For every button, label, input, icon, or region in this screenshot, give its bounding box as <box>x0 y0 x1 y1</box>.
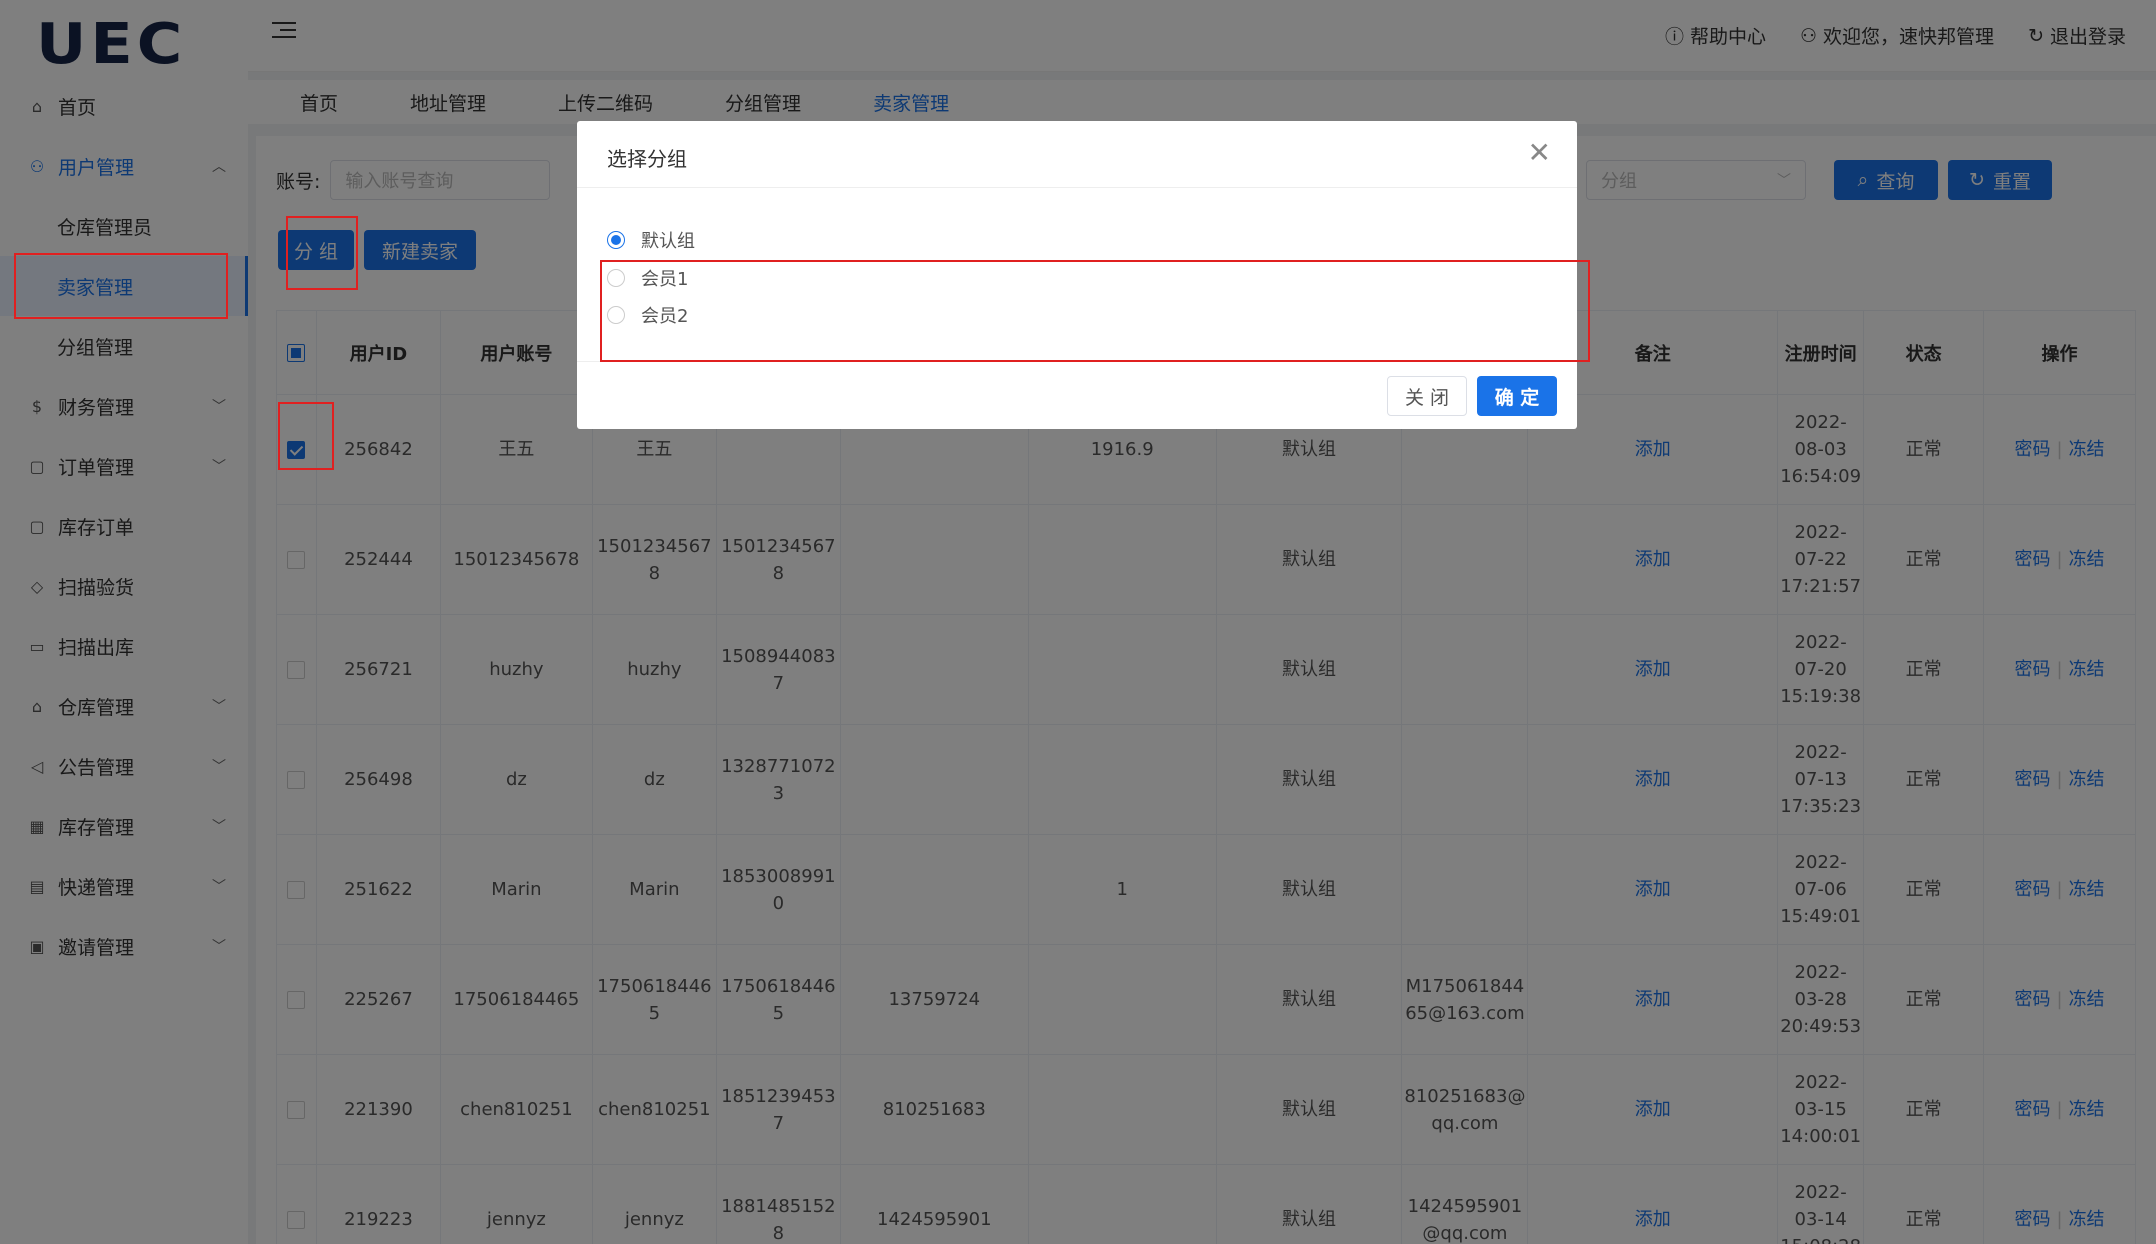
dialog-close-button[interactable]: 关 闭 <box>1387 376 1467 416</box>
radio-button[interactable] <box>607 231 625 249</box>
dialog-title: 选择分组 <box>607 147 687 171</box>
radio-option-member2[interactable]: 会员2 <box>607 302 688 328</box>
dialog-divider <box>577 361 1577 362</box>
select-group-dialog: 选择分组 ✕ 默认组 会员1 会员2 关 闭 确 定 <box>577 121 1577 429</box>
radio-button[interactable] <box>607 306 625 324</box>
close-icon[interactable]: ✕ <box>1528 139 1551 167</box>
dialog-divider <box>577 187 1577 188</box>
dialog-confirm-button[interactable]: 确 定 <box>1477 376 1557 416</box>
radio-option-default[interactable]: 默认组 <box>607 227 695 253</box>
radio-option-member1[interactable]: 会员1 <box>607 265 688 291</box>
radio-button[interactable] <box>607 269 625 287</box>
